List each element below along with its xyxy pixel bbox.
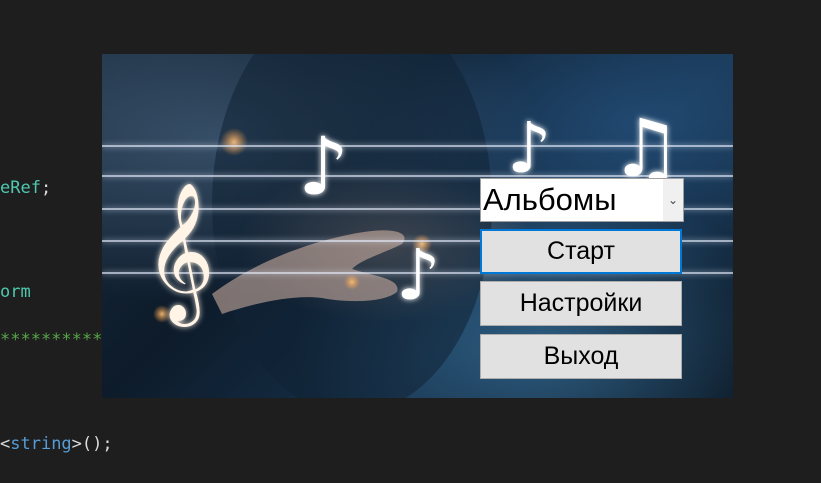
settings-button[interactable]: Настройки — [480, 281, 682, 326]
start-button[interactable]: Старт — [480, 229, 682, 274]
code-line-4: <string>(); — [0, 434, 113, 454]
code-token-punct: ; — [40, 178, 52, 198]
album-dropdown[interactable]: Альбомы ⌄ — [480, 178, 684, 222]
eighth-note-icon: ♪ — [396, 234, 441, 316]
start-button-label: Старт — [547, 237, 615, 265]
eighth-note-icon: ♪ — [298, 120, 349, 213]
app-form-window: 𝄞 ♪ ♪ ♪ ♫ Альбомы ⌄ Старт Настройки Выхо… — [102, 54, 733, 398]
code-token-punct: < — [0, 434, 11, 454]
code-token-keyword: string — [10, 434, 72, 454]
code-comment: *********** — [0, 330, 113, 350]
code-line-2: orm — [0, 282, 31, 302]
chevron-down-icon[interactable]: ⌄ — [663, 179, 683, 221]
code-token-type: orm — [0, 282, 31, 302]
code-token-punct: >(); — [71, 434, 113, 454]
code-line-3: *********** — [0, 330, 113, 350]
settings-button-label: Настройки — [519, 289, 643, 317]
album-dropdown-value: Альбомы — [483, 182, 617, 217]
exit-button[interactable]: Выход — [480, 334, 682, 379]
eighth-note-icon: ♪ — [507, 107, 552, 189]
code-line-1: eRef; — [0, 178, 51, 198]
code-token-type: eRef — [0, 178, 41, 198]
exit-button-label: Выход — [543, 342, 619, 370]
treble-clef-icon: 𝄞 — [144, 182, 215, 327]
